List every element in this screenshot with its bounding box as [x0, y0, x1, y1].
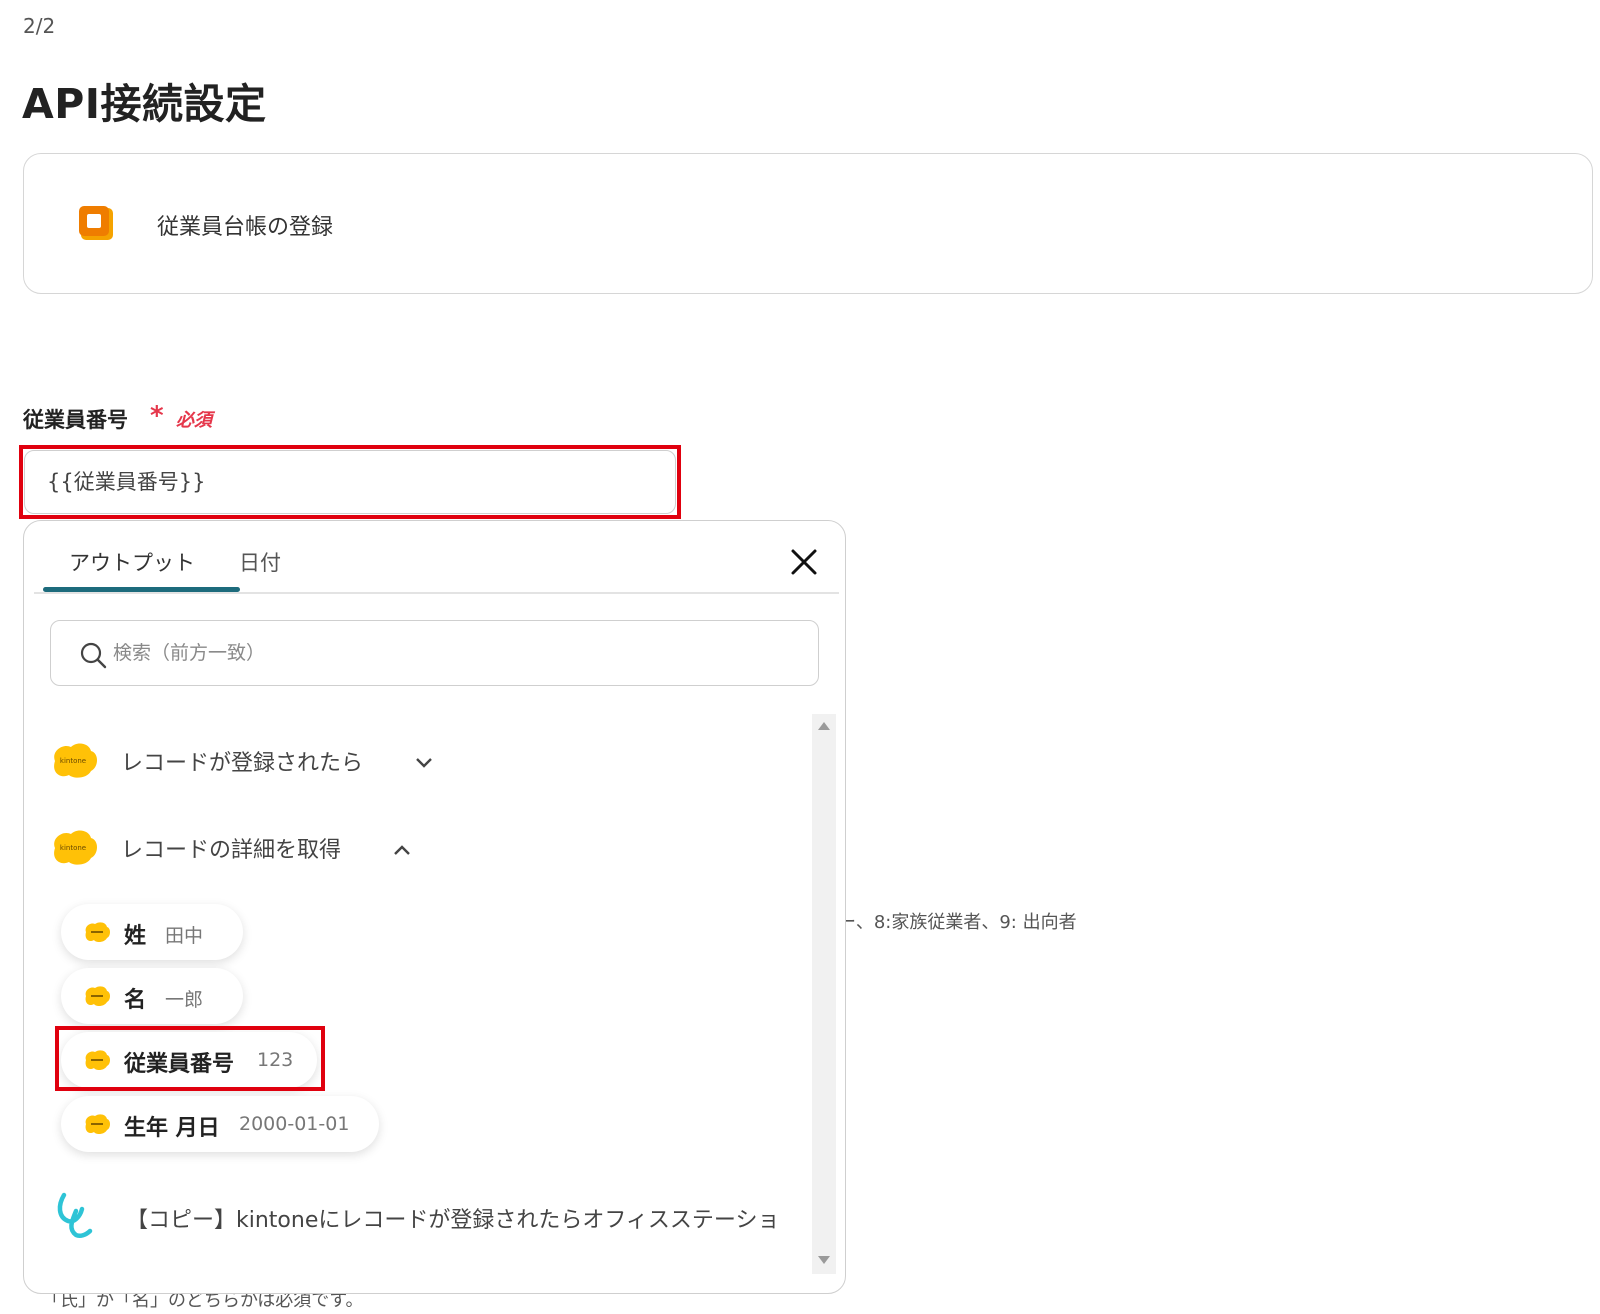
kintone-icon: kintone: [54, 830, 97, 865]
step-indicator: 2/2: [23, 14, 56, 38]
chip-value: 田中: [165, 925, 204, 947]
kintone-icon: [85, 1114, 110, 1135]
svg-text:kintone: kintone: [60, 844, 86, 852]
close-icon[interactable]: [789, 547, 819, 577]
chevron-down-icon[interactable]: [415, 757, 433, 769]
flow-copy-item[interactable]: 【コピー】kintoneにレコードが登録されたらオフィスステーショ: [54, 1186, 814, 1246]
chip-highlight-box: [55, 1026, 325, 1091]
search-icon: [80, 642, 107, 669]
scroll-down-arrow-icon[interactable]: [818, 1256, 830, 1264]
svg-text:kintone: kintone: [60, 757, 86, 765]
tab-divider: [34, 592, 839, 594]
chip-value: 一郎: [165, 989, 204, 1011]
required-asterisk: *: [150, 401, 164, 431]
office-station-icon: [79, 206, 113, 240]
tab-date[interactable]: 日付: [239, 547, 281, 577]
employee-number-input[interactable]: {{従業員番号}}: [24, 450, 676, 514]
output-chip-first-name[interactable]: 名 一郎: [61, 968, 243, 1024]
chevron-up-icon[interactable]: [393, 844, 411, 856]
group-record-detail[interactable]: kintone レコードの詳細を取得: [49, 824, 449, 874]
group-label: レコードの詳細を取得: [121, 838, 342, 863]
group-record-registered[interactable]: kintone レコードが登録されたら: [49, 737, 469, 787]
scroll-up-arrow-icon[interactable]: [818, 722, 830, 730]
field-description-fragment: ー、8:家族従業者、9: 出向者: [838, 912, 1077, 933]
output-picker-popup: アウトプット 日付 kintone レコードが登録されたら kintone レコ…: [23, 520, 846, 1294]
copy-item-label: 【コピー】kintoneにレコードが登録されたらオフィスステーショ: [126, 1208, 780, 1233]
kintone-icon: [85, 922, 110, 943]
group-label: レコードが登録されたら: [121, 751, 364, 776]
chip-label: 名: [124, 988, 147, 1013]
chip-value: 2000-01-01: [239, 1113, 350, 1135]
output-chip-last-name[interactable]: 姓 田中: [61, 904, 243, 960]
chip-label: 生年 月日: [124, 1116, 220, 1141]
page-title: API接続設定: [22, 80, 267, 128]
action-name: 従業員台帳の登録: [157, 215, 334, 240]
tab-output[interactable]: アウトプット: [69, 547, 195, 577]
kintone-icon: [85, 986, 110, 1007]
kintone-icon: kintone: [54, 743, 97, 778]
search-input[interactable]: [113, 621, 793, 685]
action-card[interactable]: 従業員台帳の登録: [23, 153, 1593, 294]
scrollbar[interactable]: [812, 714, 836, 1274]
yoom-icon: [57, 1192, 93, 1239]
search-box[interactable]: [50, 620, 819, 686]
employee-number-label: 従業員番号: [23, 408, 128, 432]
required-badge: 必須: [176, 410, 212, 431]
output-chip-birth-date[interactable]: 生年 月日 2000-01-01: [61, 1096, 379, 1152]
chip-label: 姓: [124, 924, 147, 949]
